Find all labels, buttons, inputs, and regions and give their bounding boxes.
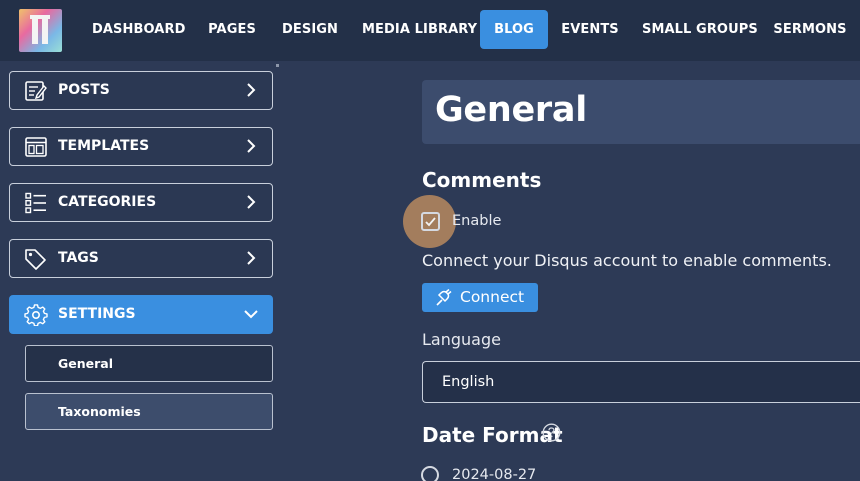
comments-help-text: Connect your Disqus account to enable co… xyxy=(422,251,832,270)
connect-button-label: Connect xyxy=(460,288,525,306)
enable-comments-label[interactable]: Enable xyxy=(452,213,501,229)
sidebar-item-label: POSTS xyxy=(58,82,110,98)
sidebar-item-tags[interactable]: TAGS xyxy=(9,239,273,278)
nav-design[interactable]: DESIGN xyxy=(280,10,340,49)
sidebar-item-posts[interactable]: POSTS xyxy=(9,71,273,110)
plug-icon xyxy=(436,289,452,306)
templates-icon xyxy=(25,137,47,157)
sidebar-item-templates[interactable]: TEMPLATES xyxy=(9,127,273,166)
date-format-option-label[interactable]: 2024-08-27 xyxy=(452,467,536,481)
sidebar-item-label: SETTINGS xyxy=(58,306,136,322)
checkmark-icon xyxy=(425,217,436,227)
app-logo[interactable] xyxy=(19,9,62,52)
chevron-down-icon xyxy=(244,310,258,319)
nav-pages[interactable]: PAGES xyxy=(202,10,262,49)
sidebar-item-settings[interactable]: SETTINGS xyxy=(9,295,273,334)
categories-icon xyxy=(25,192,46,214)
date-format-radio[interactable] xyxy=(421,466,439,481)
connect-button[interactable]: Connect xyxy=(422,283,538,312)
sidebar-subitem-general[interactable]: General xyxy=(25,345,273,382)
comments-heading: Comments xyxy=(422,168,542,192)
sidebar-item-label: CATEGORIES xyxy=(58,194,157,210)
nav-media-library[interactable]: MEDIA LIBRARY xyxy=(362,10,477,49)
sidebar-item-categories[interactable]: CATEGORIES xyxy=(9,183,273,222)
top-nav: DASHBOARD PAGES DESIGN MEDIA LIBRARY BLO… xyxy=(0,0,860,61)
nav-blog[interactable]: BLOG xyxy=(480,10,548,49)
help-circle-icon[interactable] xyxy=(542,423,561,442)
nav-dashboard[interactable]: DASHBOARD xyxy=(92,10,185,49)
chevron-right-icon xyxy=(247,139,256,153)
nav-small-groups[interactable]: SMALL GROUPS xyxy=(642,10,758,49)
chevron-right-icon xyxy=(247,195,256,209)
sidebar-subitem-taxonomies[interactable]: Taxonomies xyxy=(25,393,273,430)
nav-sermons[interactable]: SERMONS xyxy=(772,10,848,49)
sidebar-item-label: TAGS xyxy=(58,250,99,266)
sidebar-item-label: TEMPLATES xyxy=(58,138,150,154)
language-select[interactable]: English xyxy=(422,361,860,403)
page-title-bar: General xyxy=(422,80,860,144)
posts-icon xyxy=(25,81,47,101)
chevron-right-icon xyxy=(247,83,256,97)
page-title: General xyxy=(435,90,587,130)
language-select-value: English xyxy=(442,374,495,390)
logo-pillar xyxy=(42,18,48,44)
enable-comments-checkbox[interactable] xyxy=(421,212,440,231)
language-label: Language xyxy=(422,330,501,349)
gear-icon xyxy=(24,304,48,326)
chevron-right-icon xyxy=(247,251,256,265)
logo-pillar xyxy=(32,18,38,44)
nav-events[interactable]: EVENTS xyxy=(560,10,620,49)
scrollbar[interactable] xyxy=(276,64,279,67)
tag-icon xyxy=(25,249,46,270)
